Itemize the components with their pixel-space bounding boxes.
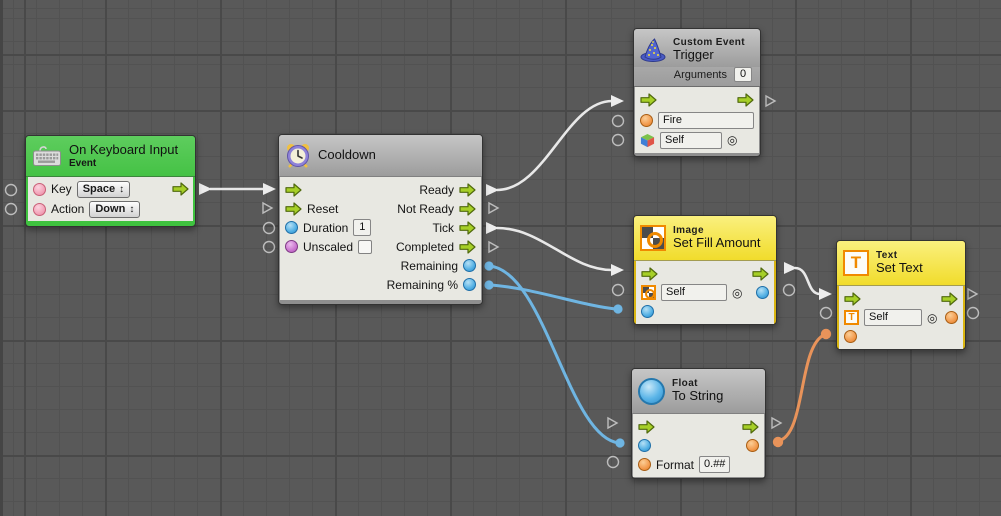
target-field[interactable]: Self	[864, 309, 922, 326]
text-value-out-outer-port[interactable]	[968, 308, 979, 319]
node-subtitle: Event	[69, 158, 178, 170]
remaining-pct-label: Remaining %	[387, 278, 458, 292]
image-target-outer-port[interactable]	[613, 285, 624, 296]
reset-port[interactable]	[285, 202, 302, 216]
flow-out-port[interactable]	[752, 267, 769, 281]
flow-out-port[interactable]	[941, 292, 958, 306]
ready-out-port[interactable]	[459, 183, 476, 197]
cooldown-unscaled-outer-port[interactable]	[264, 242, 275, 253]
node-text-set-text[interactable]: T Text Set Text T Self	[836, 240, 966, 350]
event-name-port[interactable]	[640, 114, 653, 127]
node-title: Set Fill Amount	[673, 236, 760, 251]
target-picker-icon[interactable]	[727, 134, 737, 146]
node-title: Set Text	[876, 261, 923, 276]
fill-amount-in-port[interactable]	[641, 305, 654, 318]
flow-in-port[interactable]	[285, 183, 302, 197]
keyboard-icon	[32, 144, 62, 168]
text-target-outer-port[interactable]	[821, 308, 832, 319]
trigger-flow-out-outer-port[interactable]	[766, 96, 775, 106]
flow-out-port[interactable]	[737, 93, 754, 107]
not-ready-label: Not Ready	[397, 202, 454, 216]
reset-label: Reset	[307, 202, 338, 216]
flow-out-port[interactable]	[742, 420, 759, 434]
flow-in-port[interactable]	[844, 292, 861, 306]
completed-label: Completed	[396, 240, 454, 254]
ready-label: Ready	[419, 183, 454, 197]
duration-label: Duration	[303, 221, 348, 235]
cooldown-completed-outer-port[interactable]	[489, 242, 498, 252]
flow-in-port[interactable]	[638, 420, 655, 434]
key-label: Key	[51, 182, 72, 196]
node-float-to-string[interactable]: Float To String Format 0.##	[631, 368, 766, 479]
image-value-out-outer-port[interactable]	[784, 285, 795, 296]
target-picker-icon[interactable]	[732, 287, 742, 299]
image-icon	[640, 225, 666, 251]
action-port[interactable]	[33, 203, 46, 216]
completed-out-port[interactable]	[459, 240, 476, 254]
cooldown-reset-outer-port[interactable]	[263, 203, 272, 213]
arguments-field[interactable]: 0	[734, 67, 752, 82]
node-title: Trigger	[673, 48, 745, 63]
value-out-port[interactable]	[756, 286, 769, 299]
value-in-port[interactable]	[638, 439, 651, 452]
gameobject-cube-icon	[640, 133, 655, 148]
node-cooldown[interactable]: Cooldown Reset Duration 1 Unscaled Ready	[278, 134, 483, 305]
unscaled-checkbox[interactable]	[358, 240, 372, 254]
image-target-icon	[641, 285, 656, 300]
key-port[interactable]	[33, 183, 46, 196]
action-dropdown[interactable]: Down	[89, 201, 140, 218]
key-dropdown[interactable]: Space	[77, 181, 130, 198]
keyboard-key-outer-port[interactable]	[6, 185, 17, 196]
text-icon: T	[843, 250, 869, 276]
not-ready-out-port[interactable]	[459, 202, 476, 216]
target-field[interactable]: Self	[661, 284, 727, 301]
format-label: Format	[656, 458, 694, 472]
value-in-port[interactable]	[844, 330, 857, 343]
target-field[interactable]: Self	[660, 132, 722, 149]
flow-out-port[interactable]	[172, 182, 189, 196]
remaining-label: Remaining	[401, 259, 458, 273]
unscaled-port[interactable]	[285, 240, 298, 253]
remaining-pct-out-port[interactable]	[463, 278, 476, 291]
tostring-flow-in-outer-port[interactable]	[608, 418, 617, 428]
unscaled-label: Unscaled	[303, 240, 353, 254]
keyboard-action-outer-port[interactable]	[6, 204, 17, 215]
duration-field[interactable]: 1	[353, 219, 371, 236]
flow-in-port[interactable]	[641, 267, 658, 281]
alarm-clock-icon	[285, 143, 311, 169]
tostring-flow-out-outer-port[interactable]	[772, 418, 781, 428]
node-custom-event-trigger[interactable]: Custom Event Trigger Arguments 0 Fire Se…	[633, 28, 761, 157]
duration-port[interactable]	[285, 221, 298, 234]
trigger-target-outer-port[interactable]	[613, 135, 624, 146]
node-title: Cooldown	[318, 148, 376, 163]
node-title: To String	[672, 389, 723, 404]
node-title: On Keyboard Input	[69, 143, 178, 158]
float-icon	[638, 378, 665, 405]
text-target-icon: T	[844, 310, 859, 325]
cooldown-duration-outer-port[interactable]	[264, 223, 275, 234]
value-out-port[interactable]	[945, 311, 958, 324]
remaining-out-port[interactable]	[463, 259, 476, 272]
arguments-label: Arguments	[674, 69, 727, 81]
target-picker-icon[interactable]	[927, 312, 937, 324]
trigger-name-outer-port[interactable]	[613, 116, 624, 127]
text-flow-out-outer-port[interactable]	[968, 289, 977, 299]
node-on-keyboard-input[interactable]: On Keyboard Input Event Key Space Action…	[25, 135, 196, 227]
wizard-hat-icon	[640, 37, 666, 63]
result-out-port[interactable]	[746, 439, 759, 452]
tick-out-port[interactable]	[459, 221, 476, 235]
event-name-field[interactable]: Fire	[658, 112, 754, 129]
node-image-set-fill-amount[interactable]: Image Set Fill Amount Self	[633, 215, 777, 325]
format-port[interactable]	[638, 458, 651, 471]
cooldown-notready-outer-port[interactable]	[489, 203, 498, 213]
tick-label: Tick	[432, 221, 454, 235]
action-label: Action	[51, 202, 84, 216]
format-field[interactable]: 0.##	[699, 456, 730, 473]
tostring-format-outer-port[interactable]	[608, 457, 619, 468]
flow-in-port[interactable]	[640, 93, 657, 107]
